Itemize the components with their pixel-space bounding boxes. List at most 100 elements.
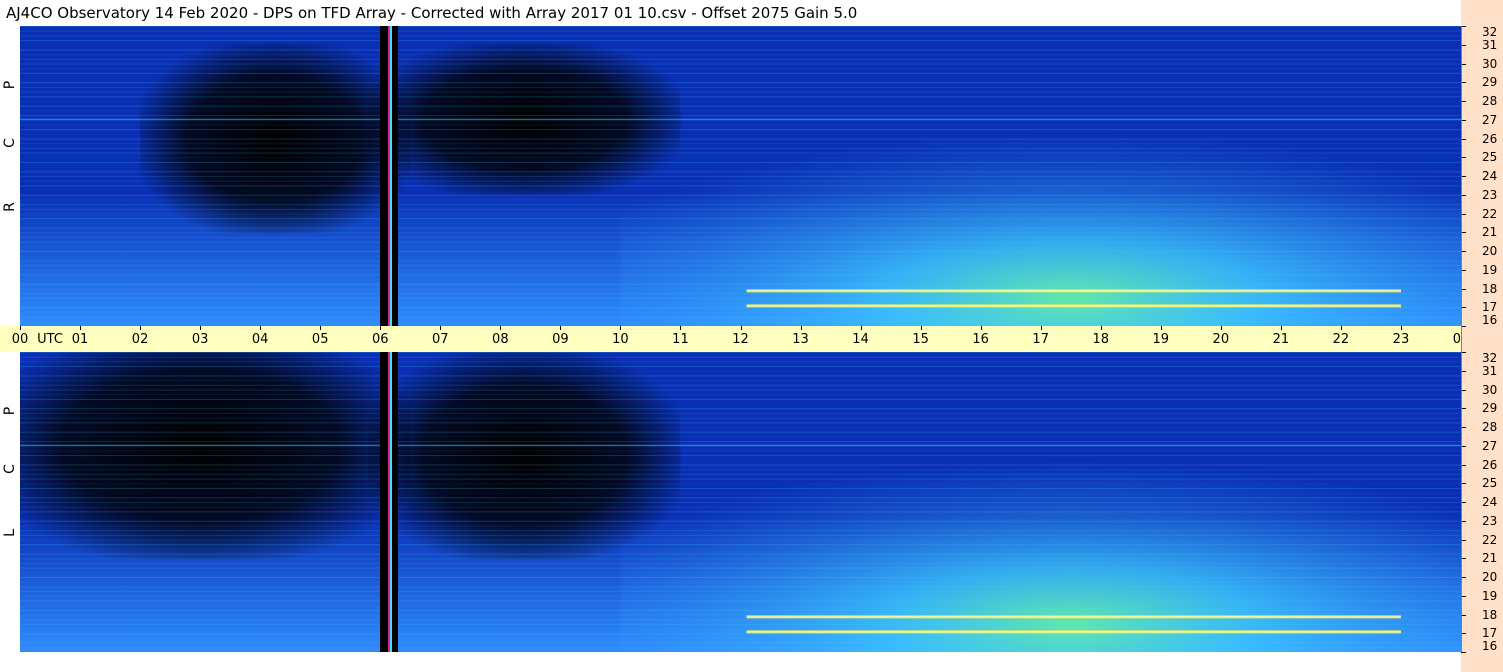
rcp-band-line (20, 288, 1461, 290)
time-tick-label: 04 (251, 332, 269, 347)
rcp-band-line (20, 124, 1461, 126)
lcp-band-line (20, 483, 1461, 485)
lcp-strong-line-core (746, 616, 1401, 618)
time-tick-mark (680, 326, 682, 330)
time-tick-mark (1100, 326, 1102, 330)
lcp-band-line (20, 577, 1461, 578)
time-tick-label: 05 (311, 332, 329, 347)
frequency-tick-label: 29 (1482, 75, 1498, 90)
rcp-band-line (20, 49, 1461, 51)
rcp-band-line (20, 138, 1461, 140)
rcp-band-line (20, 307, 1461, 309)
panel-label-letter: C (2, 464, 18, 474)
lcp-band-line (20, 412, 1461, 414)
time-tick-mark (440, 326, 442, 330)
time-tick-label: 21 (1272, 332, 1290, 347)
rcp-band-line (20, 157, 1461, 159)
time-tick-mark (1400, 326, 1402, 330)
rcp-band-line (20, 302, 1461, 304)
time-tick-mark (260, 326, 262, 330)
rcp-band-line (20, 115, 1461, 117)
frequency-tick-label: 22 (1482, 206, 1498, 221)
time-tick-mark (500, 326, 502, 330)
rcp-band-line (20, 293, 1461, 295)
rcp-band-line (20, 321, 1461, 323)
lcp-band-line (20, 352, 1461, 353)
rcp-band-line (20, 147, 1461, 149)
rcp-band-line (20, 105, 1461, 107)
lcp-spectrogram (20, 352, 1461, 652)
lcp-band-line (20, 581, 1461, 583)
frequency-tick-label: 18 (1482, 281, 1498, 296)
frequency-tick-label: 27 (1482, 438, 1498, 453)
lcp-band-line (20, 600, 1461, 602)
lcp-band-line (20, 366, 1461, 368)
rcp-band-line (20, 166, 1461, 168)
time-tick-label: 20 (1212, 332, 1230, 347)
time-tick-label: 00 (11, 332, 29, 347)
rcp-band-line (20, 86, 1461, 88)
rcp-band-line (20, 251, 1461, 252)
rcp-panel-label: R C P (0, 26, 20, 326)
rcp-strong-line-core (746, 305, 1401, 307)
lcp-band-line (20, 605, 1461, 606)
rcp-band-line (20, 185, 1461, 187)
rcp-band-line (20, 45, 1461, 46)
lcp-band-line (20, 623, 1461, 625)
lcp-band-line (20, 487, 1461, 489)
lcp-band-line (20, 380, 1461, 382)
rcp-band-line (20, 161, 1461, 163)
rcp-band-line (20, 279, 1461, 280)
lcp-band-line (20, 389, 1461, 391)
lcp-band-line (20, 404, 1461, 405)
time-tick-label: 09 (552, 332, 569, 347)
time-tick-mark (980, 326, 982, 330)
time-tick-label: 17 (1032, 332, 1049, 347)
lcp-band-line (20, 549, 1461, 550)
rcp-band-line (20, 236, 1461, 238)
page-title: AJ4CO Observatory 14 Feb 2020 - DPS on T… (6, 4, 858, 22)
frequency-tick-label: 20 (1482, 244, 1498, 258)
time-tick-mark (1040, 326, 1042, 330)
time-tick-mark (1160, 326, 1162, 330)
frequency-tick-label: 23 (1482, 187, 1498, 202)
plot-border (1461, 26, 1462, 652)
utc-time-axis: 00 01 02 03 04 05 06 07 08 09 10 11 12 13 14 15 16 17 18 19… (0, 326, 1503, 352)
rcp-band-line (20, 204, 1461, 206)
time-tick-label: 03 (191, 332, 209, 347)
time-tick-label: 01 (71, 332, 89, 347)
lcp-band-line (20, 408, 1461, 410)
lcp-band-line (20, 530, 1461, 532)
lcp-band-line (20, 473, 1461, 475)
lcp-band-line (20, 586, 1461, 588)
frequency-tick-mark (1461, 652, 1466, 653)
rcp-gap-marker-cyan (390, 26, 393, 326)
rcp-band-line (20, 241, 1461, 243)
lcp-band-line (20, 384, 1461, 386)
rcp-band-line (20, 119, 1461, 121)
lcp-band-line (20, 544, 1461, 546)
lcp-band-line (20, 492, 1461, 494)
time-tick-mark (860, 326, 862, 330)
rcp-band-line (20, 232, 1461, 234)
frequency-tick-label: 31 (1482, 37, 1498, 52)
panel-label-letter: R (2, 202, 18, 212)
lcp-band-line (20, 371, 1461, 372)
panel-label-letter: P (2, 80, 18, 90)
time-tick-label: 18 (1092, 332, 1110, 347)
frequency-tick-label: 20 (1482, 570, 1498, 584)
lcp-band-line (20, 534, 1461, 536)
panel-label-letter: L (2, 529, 18, 537)
lcp-band-line (20, 567, 1461, 569)
time-tick-mark (80, 326, 82, 330)
time-tick-label: 06 (371, 332, 389, 347)
time-tick-label: 22 (1332, 332, 1350, 347)
lcp-band-line (20, 628, 1461, 630)
lcp-band-line (20, 356, 1461, 358)
rcp-band-line (20, 152, 1461, 154)
rcp-band-line (20, 40, 1461, 42)
time-tick-label: 07 (432, 332, 449, 347)
rcp-band-line (20, 311, 1461, 313)
time-tick-mark (740, 326, 742, 330)
time-tick-mark (800, 326, 802, 330)
